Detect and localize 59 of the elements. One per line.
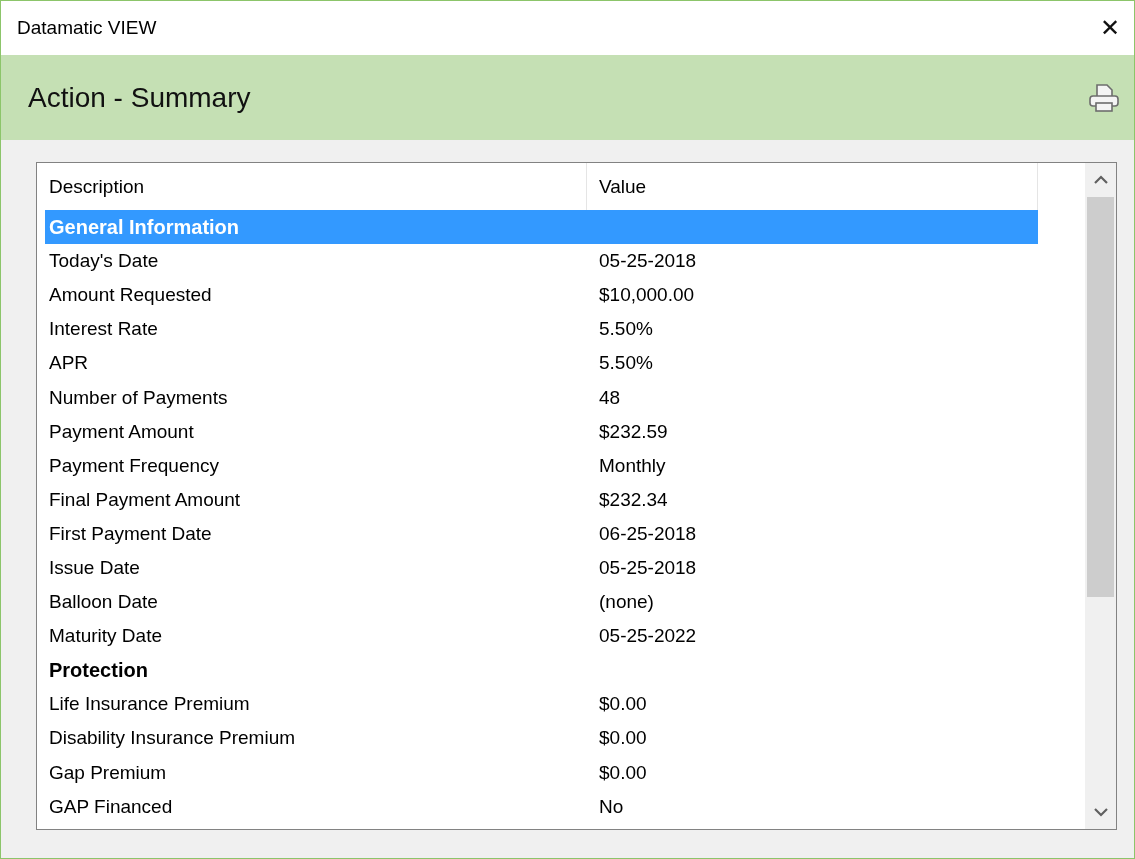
scroll-up-icon[interactable] [1093,175,1108,185]
section-row[interactable]: Protection [45,653,1038,688]
table-cell-text: 5.50% [598,318,653,341]
table-cell-text: $0.00 [598,693,647,716]
close-button[interactable]: ✕ [1095,14,1124,42]
table-row[interactable]: GAP Financed No [45,789,1038,824]
table-row[interactable]: Maturity Date 05-25-2022 [45,619,1038,654]
table-cell-text: Interest Rate [48,318,159,341]
table-cell-text: Number of Payments [48,386,229,409]
table-cell-text: GAP Financed [48,795,174,818]
printer-icon[interactable] [1088,82,1120,113]
table-cell-text: 5.50% [598,352,653,375]
table-row[interactable]: APR 5.50% [45,346,1038,381]
table-row[interactable]: Balloon Date (none) [45,585,1038,620]
table-cell-text: $10,000.00 [598,284,695,307]
table-row[interactable]: Interest Rate 5.50% [45,312,1038,347]
table-cell-text: 06-25-2018 [598,522,697,545]
scroll-down-icon[interactable] [1093,807,1108,817]
table-row[interactable]: Amount Requested $10,000.00 [45,278,1038,313]
table-row[interactable]: Disability Insurance Premium $0.00 [45,721,1038,756]
table-cell-text: $232.59 [598,420,668,443]
table-cell-text: 05-25-2022 [598,625,697,648]
table-cell-text: Final Payment Amount [48,488,242,511]
table-cell-text: Today's Date [48,250,160,273]
table-cell-text: Payment Frequency [48,454,221,477]
table-row[interactable]: Gap Premium $0.00 [45,755,1038,790]
table-row[interactable]: Payment Frequency Monthly [45,448,1038,483]
table-cell-text: Balloon Date [48,591,159,614]
table-cell-text: Issue Date [48,557,141,579]
scrollbar[interactable] [1085,163,1116,829]
table-cell-text: 48 [598,386,621,409]
table-cell-text: No [598,795,624,818]
table-cell-text: Monthly [598,454,666,477]
table-cell-text: Amount Requested [48,284,213,307]
scroll-thumb[interactable] [1087,197,1114,597]
table-cell-text: 05-25-2018 [598,557,697,579]
table-row[interactable]: Life Insurance Premium $0.00 [45,687,1038,722]
table-row[interactable]: First Payment Date 06-25-2018 [45,516,1038,551]
table-row[interactable]: Final Payment Amount $232.34 [45,482,1038,517]
table-cell-text: $0.00 [598,727,647,750]
table-cell-text: $0.00 [598,761,647,784]
table-row[interactable]: Payment Amount $232.59 [45,414,1038,449]
table-cell-text: $232.34 [598,488,668,511]
table-cell-text: Gap Premium [48,761,168,784]
table-cell-text: Life Insurance Premium [48,693,251,716]
table-row[interactable]: Number of Payments 48 [45,380,1038,415]
table-cell-text: First Payment Date [48,522,213,545]
table-cell-text: (none) [598,591,654,614]
page-title: Action - Summary [28,81,251,114]
table-cell-text: Maturity Date [48,625,163,648]
table-row[interactable]: Today's Date 05-25-2018 [45,244,1038,279]
table-cell-text: Payment Amount [48,420,195,443]
table-cell-text: 05-25-2018 [598,250,697,273]
table-cell-text: APR [48,352,90,375]
section-heading: Protection [48,658,148,682]
table-row[interactable]: Issue Date 05-25-2018 [45,550,1038,586]
window-title: Datamatic VIEW [17,17,157,39]
table-cell-text: Disability Insurance Premium [48,727,297,750]
section-heading: General Information [48,215,240,239]
